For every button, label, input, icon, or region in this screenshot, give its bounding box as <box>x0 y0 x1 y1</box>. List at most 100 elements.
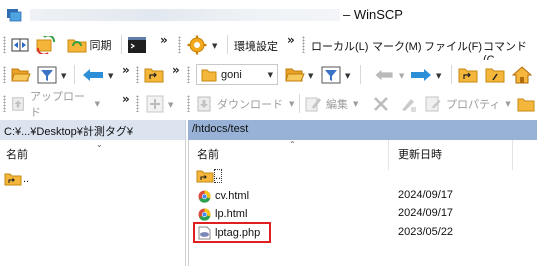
remote-file-panel[interactable]: 名前 ⌃ 更新日時 .. cv.html 2024/09/17 lp.html … <box>188 140 537 266</box>
compare-dirs-button[interactable] <box>10 35 30 54</box>
winscp-app-icon <box>7 9 22 22</box>
chevron-down-icon: ▼ <box>505 99 511 108</box>
navigation-toolbar: ▼ ▼ » » goni ▼ ▼ ▼ ▼ ▼ <box>0 60 537 89</box>
edit-button[interactable]: 編集 ▼ <box>304 94 366 113</box>
remote-forward-button[interactable] <box>408 65 434 84</box>
command-toolbar: 同期 » ▼ 環境設定 » ローカル(L) マーク(M) ファイル(F) コマン… <box>0 30 537 66</box>
toolbar-overflow-chevron[interactable]: » <box>287 33 295 47</box>
local-open-dir-button[interactable] <box>10 65 32 84</box>
local-filter-button[interactable] <box>36 65 58 84</box>
edit-pencil-icon <box>305 97 321 111</box>
menu-file[interactable]: ファイル(F) <box>424 38 482 54</box>
local-back-button[interactable] <box>80 65 106 84</box>
download-button[interactable]: ダウンロード ▼ <box>195 94 295 113</box>
plus-icon <box>146 95 164 112</box>
synchronize-browse-button[interactable] <box>35 35 57 54</box>
upload-button[interactable]: アップロード ▼ <box>10 91 100 119</box>
delete-button[interactable] <box>370 94 392 113</box>
local-path: C:¥...¥Desktop¥計測タグ¥ <box>4 126 133 138</box>
edit-label: 編集 <box>326 98 348 111</box>
new-dropdown-icon[interactable]: ▼ <box>168 101 173 109</box>
remote-open-dir-button[interactable] <box>284 65 306 84</box>
table-row[interactable]: lp.html <box>198 204 247 224</box>
local-path-bar[interactable]: C:¥...¥Desktop¥計測タグ¥ <box>0 120 186 140</box>
column-divider[interactable] <box>512 140 513 170</box>
toolbar-separator <box>451 65 452 84</box>
properties-icon <box>425 96 441 111</box>
toolbar-grip[interactable] <box>187 66 190 83</box>
toolbar-grip[interactable] <box>136 66 139 83</box>
remote-path-bar[interactable]: /htdocs/test <box>188 120 537 140</box>
new-item-button[interactable] <box>144 94 166 113</box>
toolbar-separator <box>121 35 122 54</box>
chevron-down-icon: ▼ <box>267 71 273 79</box>
filter-dropdown-icon[interactable]: ▼ <box>345 72 350 80</box>
open-folder-icon <box>285 68 305 81</box>
toolbar-grip[interactable] <box>136 95 139 112</box>
remote-filter-button[interactable] <box>320 65 342 84</box>
filter-dropdown-icon[interactable]: ▼ <box>61 72 66 80</box>
column-header-name[interactable]: 名前 <box>197 146 219 162</box>
chevron-down-icon: ▼ <box>353 99 359 108</box>
back-arrow-icon <box>83 68 103 81</box>
table-row[interactable]: cv.html <box>198 186 249 206</box>
folder-icon <box>517 98 535 111</box>
column-divider[interactable] <box>388 140 389 170</box>
column-header-modified[interactable]: 更新日時 <box>398 146 442 162</box>
preferences-dropdown-icon[interactable]: ▼ <box>212 42 217 50</box>
gear-icon <box>187 35 207 54</box>
terminal-icon <box>128 36 146 53</box>
open-dir-dropdown-icon[interactable]: ▼ <box>308 72 313 80</box>
back-arrow-icon <box>375 69 393 80</box>
html-file-icon <box>198 189 211 203</box>
settings-menu[interactable]: 環境設定 <box>234 38 278 54</box>
menu-local[interactable]: ローカル(L) <box>311 38 368 54</box>
forward-dropdown-icon[interactable]: ▼ <box>436 72 441 80</box>
toolbar-overflow-chevron[interactable]: » <box>122 92 130 106</box>
file-name: .. <box>23 173 30 185</box>
toolbar-grip[interactable] <box>3 95 6 112</box>
toolbar-grip[interactable] <box>178 36 181 53</box>
open-terminal-button[interactable] <box>126 35 148 54</box>
filter-icon <box>321 66 341 83</box>
remote-root-dir-button[interactable] <box>484 65 506 84</box>
open-folder-icon <box>11 68 31 81</box>
download-icon <box>197 96 211 111</box>
synchronize-button[interactable]: 同期 <box>62 35 116 54</box>
blurred-session-name <box>30 9 340 21</box>
rename-button[interactable] <box>397 94 419 113</box>
column-header-name[interactable]: 名前 <box>6 146 28 162</box>
toolbar-overflow-chevron[interactable]: » <box>160 33 168 47</box>
toolbar-overflow-chevron[interactable]: » <box>172 63 180 77</box>
forward-arrow-icon <box>411 68 431 81</box>
menu-mark[interactable]: マーク(M) <box>372 38 422 54</box>
file-action-toolbar: アップロード ▼ » ▼ ダウンロード ▼ 編集 ▼ プロパティ ▼ <box>0 89 537 119</box>
toolbar-grip[interactable] <box>3 36 6 53</box>
remote-back-button[interactable] <box>372 65 396 84</box>
toolbar-overflow-chevron[interactable]: » <box>122 63 130 77</box>
properties-button[interactable]: プロパティ ▼ <box>424 94 512 113</box>
toolbar-grip[interactable] <box>302 36 305 53</box>
remote-parent-dir-button[interactable] <box>457 65 479 84</box>
local-file-panel[interactable]: 名前 ⌄ .. <box>0 140 186 266</box>
remote-home-dir-button[interactable] <box>511 65 533 84</box>
sync-label: 同期 <box>89 39 112 52</box>
toolbar-grip[interactable] <box>187 95 190 112</box>
toolbar-separator <box>227 35 228 54</box>
remote-directory-value: goni <box>221 68 242 81</box>
toolbar-separator <box>74 65 75 84</box>
remote-directory-select[interactable]: goni ▼ <box>196 64 278 85</box>
preferences-button[interactable] <box>186 35 208 54</box>
back-dropdown-icon[interactable]: ▼ <box>108 72 113 80</box>
table-row[interactable]: .. <box>196 166 223 186</box>
list-item[interactable]: .. <box>4 169 29 189</box>
parent-folder-icon <box>458 68 478 82</box>
back-dropdown-icon[interactable]: ▼ <box>399 72 404 80</box>
local-parent-dir-button[interactable] <box>143 65 165 84</box>
file-name: lp.html <box>215 208 248 220</box>
toolbar-separator <box>360 65 361 84</box>
delete-x-icon <box>374 96 388 111</box>
new-folder-button[interactable] <box>516 94 536 113</box>
file-modified-date: 2024/09/17 <box>398 207 454 219</box>
toolbar-grip[interactable] <box>3 66 6 83</box>
